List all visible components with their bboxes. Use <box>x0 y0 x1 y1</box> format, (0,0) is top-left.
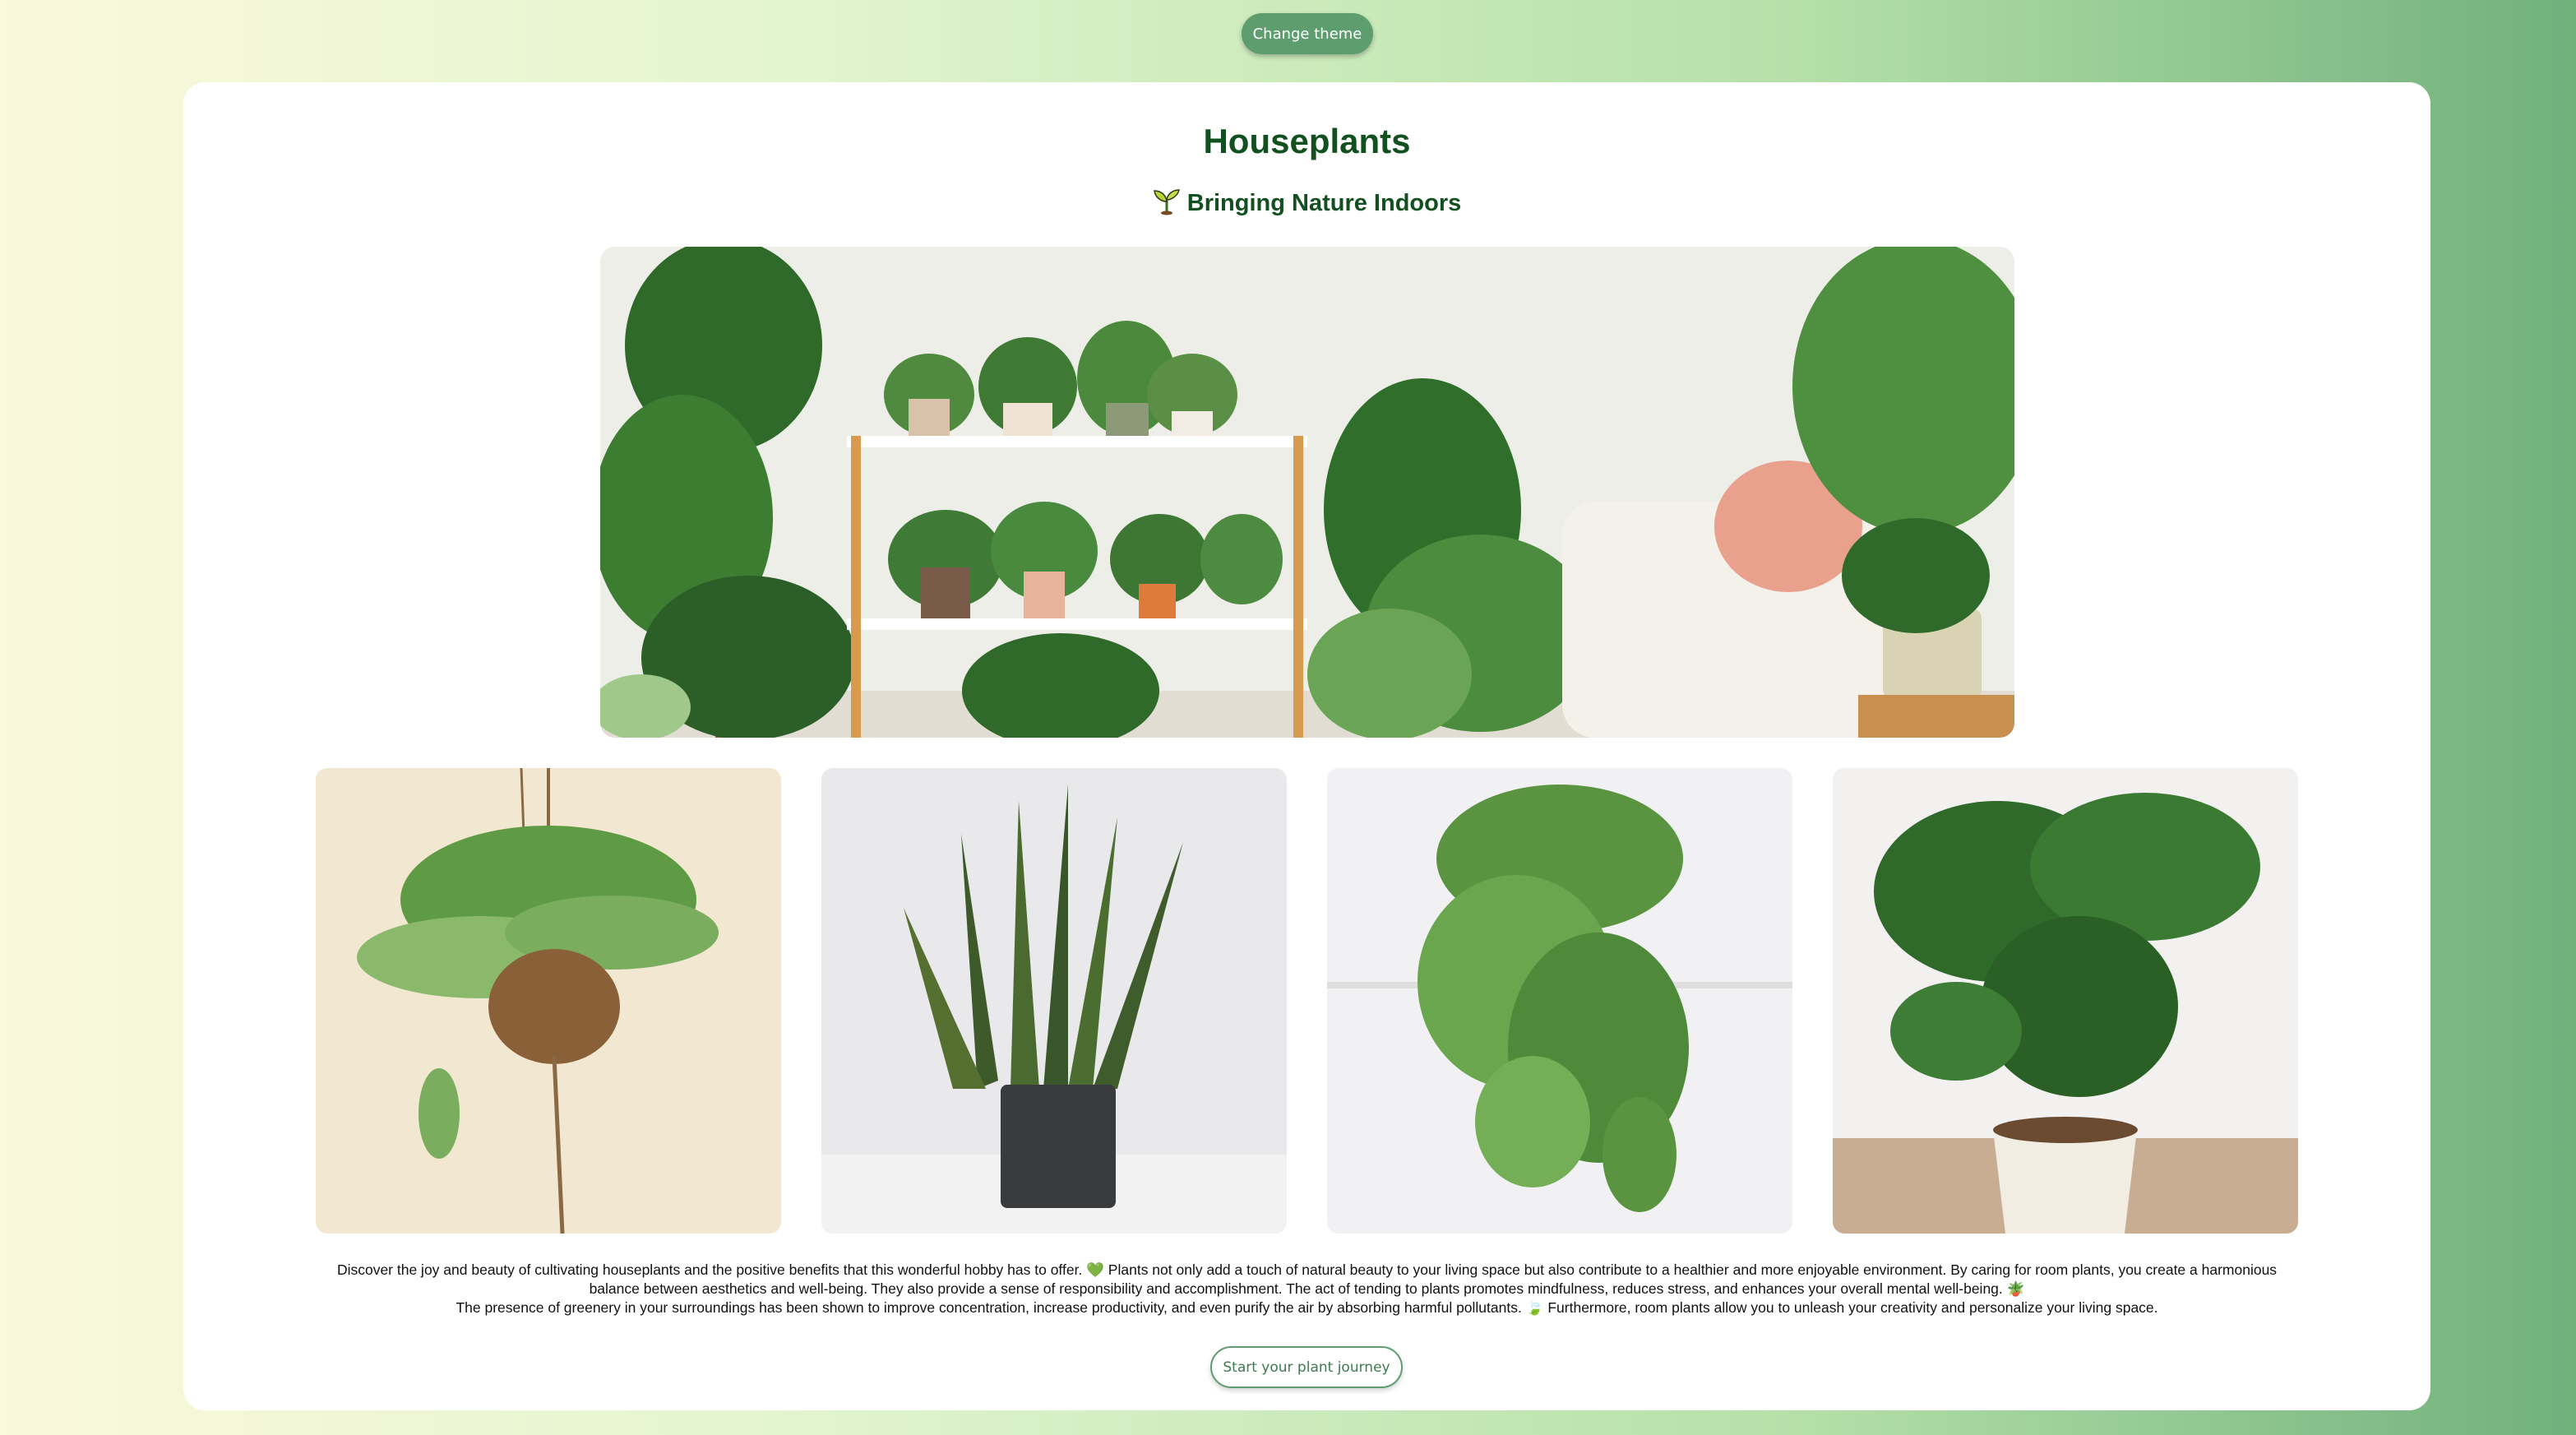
snake-plant-image <box>821 768 1287 1234</box>
page-subtitle: Bringing Nature Indoors <box>183 187 2430 217</box>
hero-image <box>600 247 2014 738</box>
monstera-image <box>1833 768 2298 1234</box>
pothos-image <box>1327 768 1792 1234</box>
description-line-2: The presence of greenery in your surroun… <box>456 1299 2158 1316</box>
intro-description: Discover the joy and beauty of cultivati… <box>331 1261 2282 1317</box>
page-title: Houseplants <box>1203 122 1411 160</box>
change-theme-button[interactable]: Change theme <box>1242 13 1373 54</box>
sprout-icon <box>1153 189 1180 215</box>
content-card: Houseplants Bringing Nature Indoors Disc… <box>183 82 2430 1410</box>
description-line-1: Discover the joy and beauty of cultivati… <box>336 1261 2278 1297</box>
start-journey-button[interactable]: Start your plant journey <box>1210 1346 1403 1388</box>
subtitle-text: Bringing Nature Indoors <box>1186 190 1462 216</box>
spider-plant-image <box>316 768 781 1234</box>
